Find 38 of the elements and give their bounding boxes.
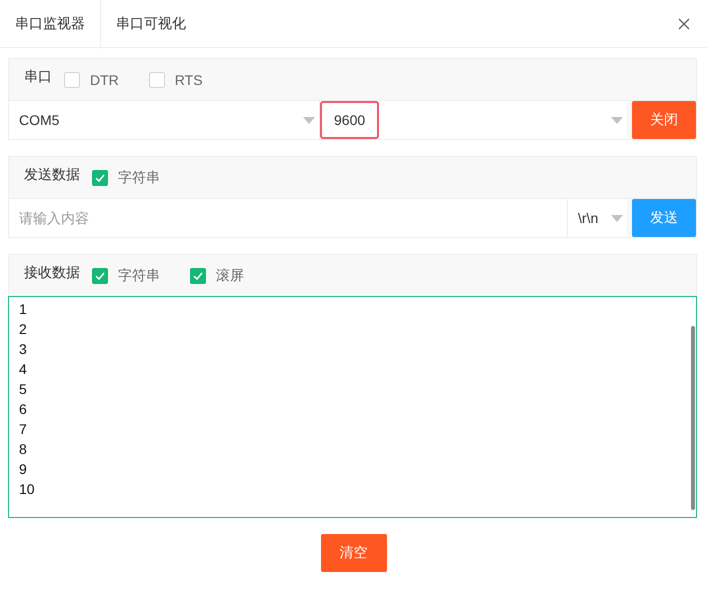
log-line: 10 [19, 480, 36, 499]
tab[interactable]: 串口监视器 [0, 0, 101, 48]
baud-value: 9600 [320, 101, 380, 139]
section-title: 接收数据 [24, 264, 80, 282]
receive-log[interactable]: 1 2 3 4 5 6 7 8 9 10 [8, 296, 697, 518]
port-select[interactable]: COM5 [9, 101, 319, 139]
port-value: COM5 [19, 112, 60, 128]
log-line: 7 [19, 420, 28, 439]
line-ending-select[interactable]: \r\n [567, 199, 627, 237]
section-title: 发送数据 [24, 166, 80, 184]
log-line: 3 [19, 340, 28, 359]
checkbox-label: DTR [90, 72, 119, 88]
send-input-field[interactable]: 请输入内容 [9, 199, 567, 237]
baud-select[interactable]: 9600 [319, 101, 627, 139]
log-line: 9 [19, 460, 28, 479]
checkbox-label: RTS [174, 72, 203, 88]
checkbox-label: 滚屏 [216, 266, 244, 284]
checkbox-label: 字符串 [118, 168, 160, 186]
caret-icon [611, 214, 623, 222]
checkbox-label: 字符串 [118, 266, 160, 284]
close-icon[interactable] [678, 18, 690, 30]
checkbox[interactable] [64, 72, 80, 88]
section-title: 串口 [24, 68, 52, 86]
checkbox[interactable] [148, 72, 165, 88]
log-line: 6 [19, 400, 28, 419]
log-line: 4 [19, 360, 28, 379]
log-line: 1 [19, 300, 28, 319]
log-line: 8 [19, 440, 28, 459]
checkbox[interactable] [190, 268, 206, 284]
log-line: 5 [19, 380, 28, 399]
tab[interactable]: 串口可视化 [101, 0, 201, 48]
caret-icon [303, 116, 315, 124]
scrollbar-thumb[interactable] [691, 326, 695, 510]
line-ending-value: \r\n [578, 210, 598, 226]
caret-icon [611, 116, 623, 124]
checkbox[interactable] [92, 170, 108, 186]
log-line: 2 [19, 320, 28, 339]
checkbox[interactable] [92, 268, 108, 284]
